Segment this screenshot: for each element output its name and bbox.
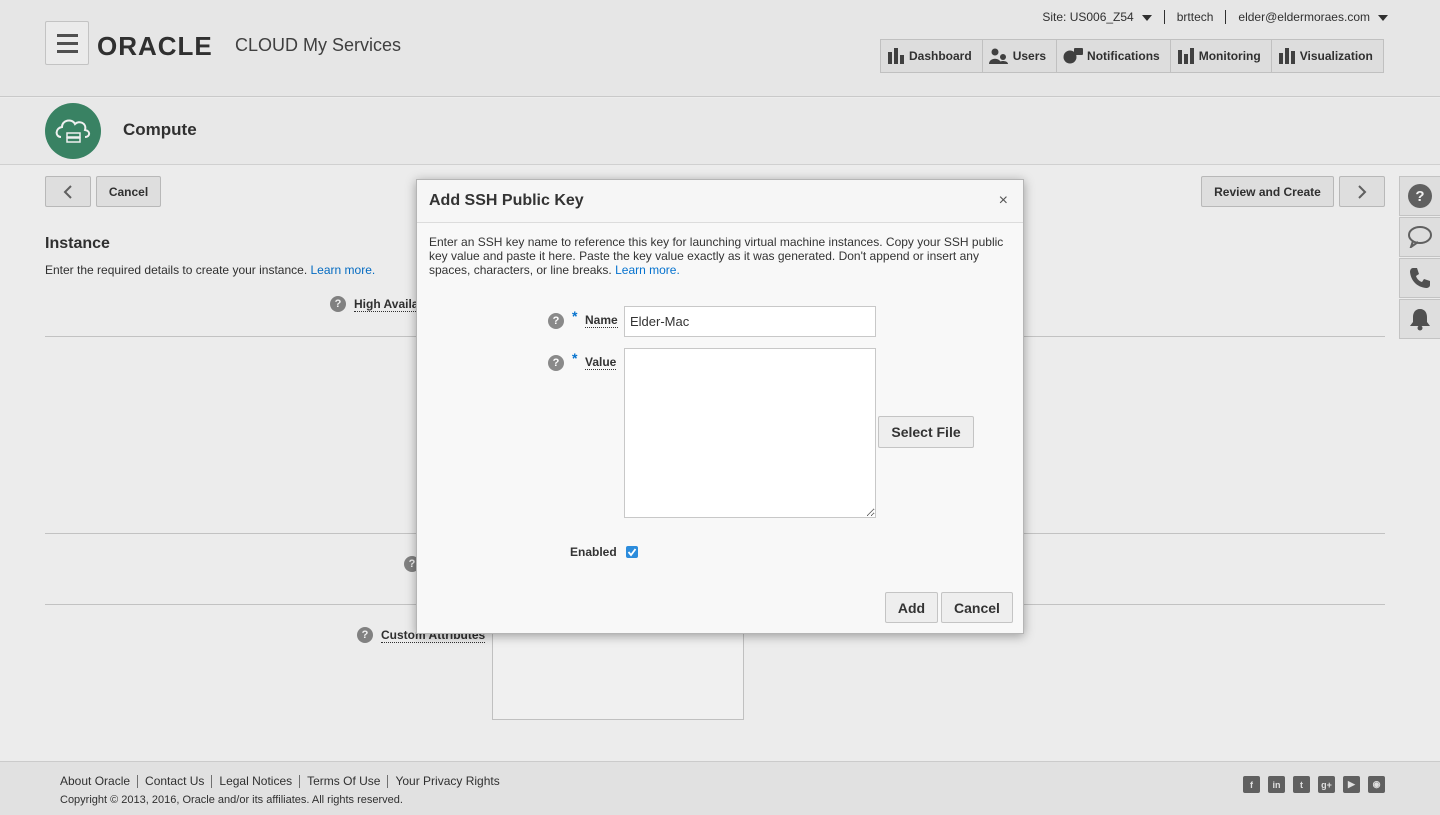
dialog-description: Enter an SSH key name to reference this … [429, 235, 1004, 277]
required-indicator: * [572, 308, 578, 324]
learn-more-link[interactable]: Learn more. [615, 263, 680, 277]
dialog-cancel-button[interactable]: Cancel [941, 592, 1013, 623]
name-input[interactable] [624, 306, 876, 337]
add-button[interactable]: Add [885, 592, 938, 623]
close-icon[interactable]: × [999, 192, 1008, 210]
help-icon[interactable]: ? [548, 355, 564, 371]
help-icon[interactable]: ? [548, 313, 564, 329]
add-ssh-key-dialog: Add SSH Public Key × Enter an SSH key na… [416, 179, 1024, 634]
name-label: Name [585, 313, 618, 328]
check-icon [627, 548, 637, 557]
value-label: Value [585, 355, 617, 370]
dialog-title: Add SSH Public Key [429, 192, 584, 209]
enabled-checkbox[interactable] [626, 546, 638, 558]
enabled-label: Enabled [570, 545, 617, 559]
select-file-button[interactable]: Select File [878, 416, 974, 448]
dialog-header: Add SSH Public Key × [417, 180, 1023, 223]
value-textarea[interactable] [624, 348, 876, 518]
required-indicator: * [572, 350, 578, 366]
